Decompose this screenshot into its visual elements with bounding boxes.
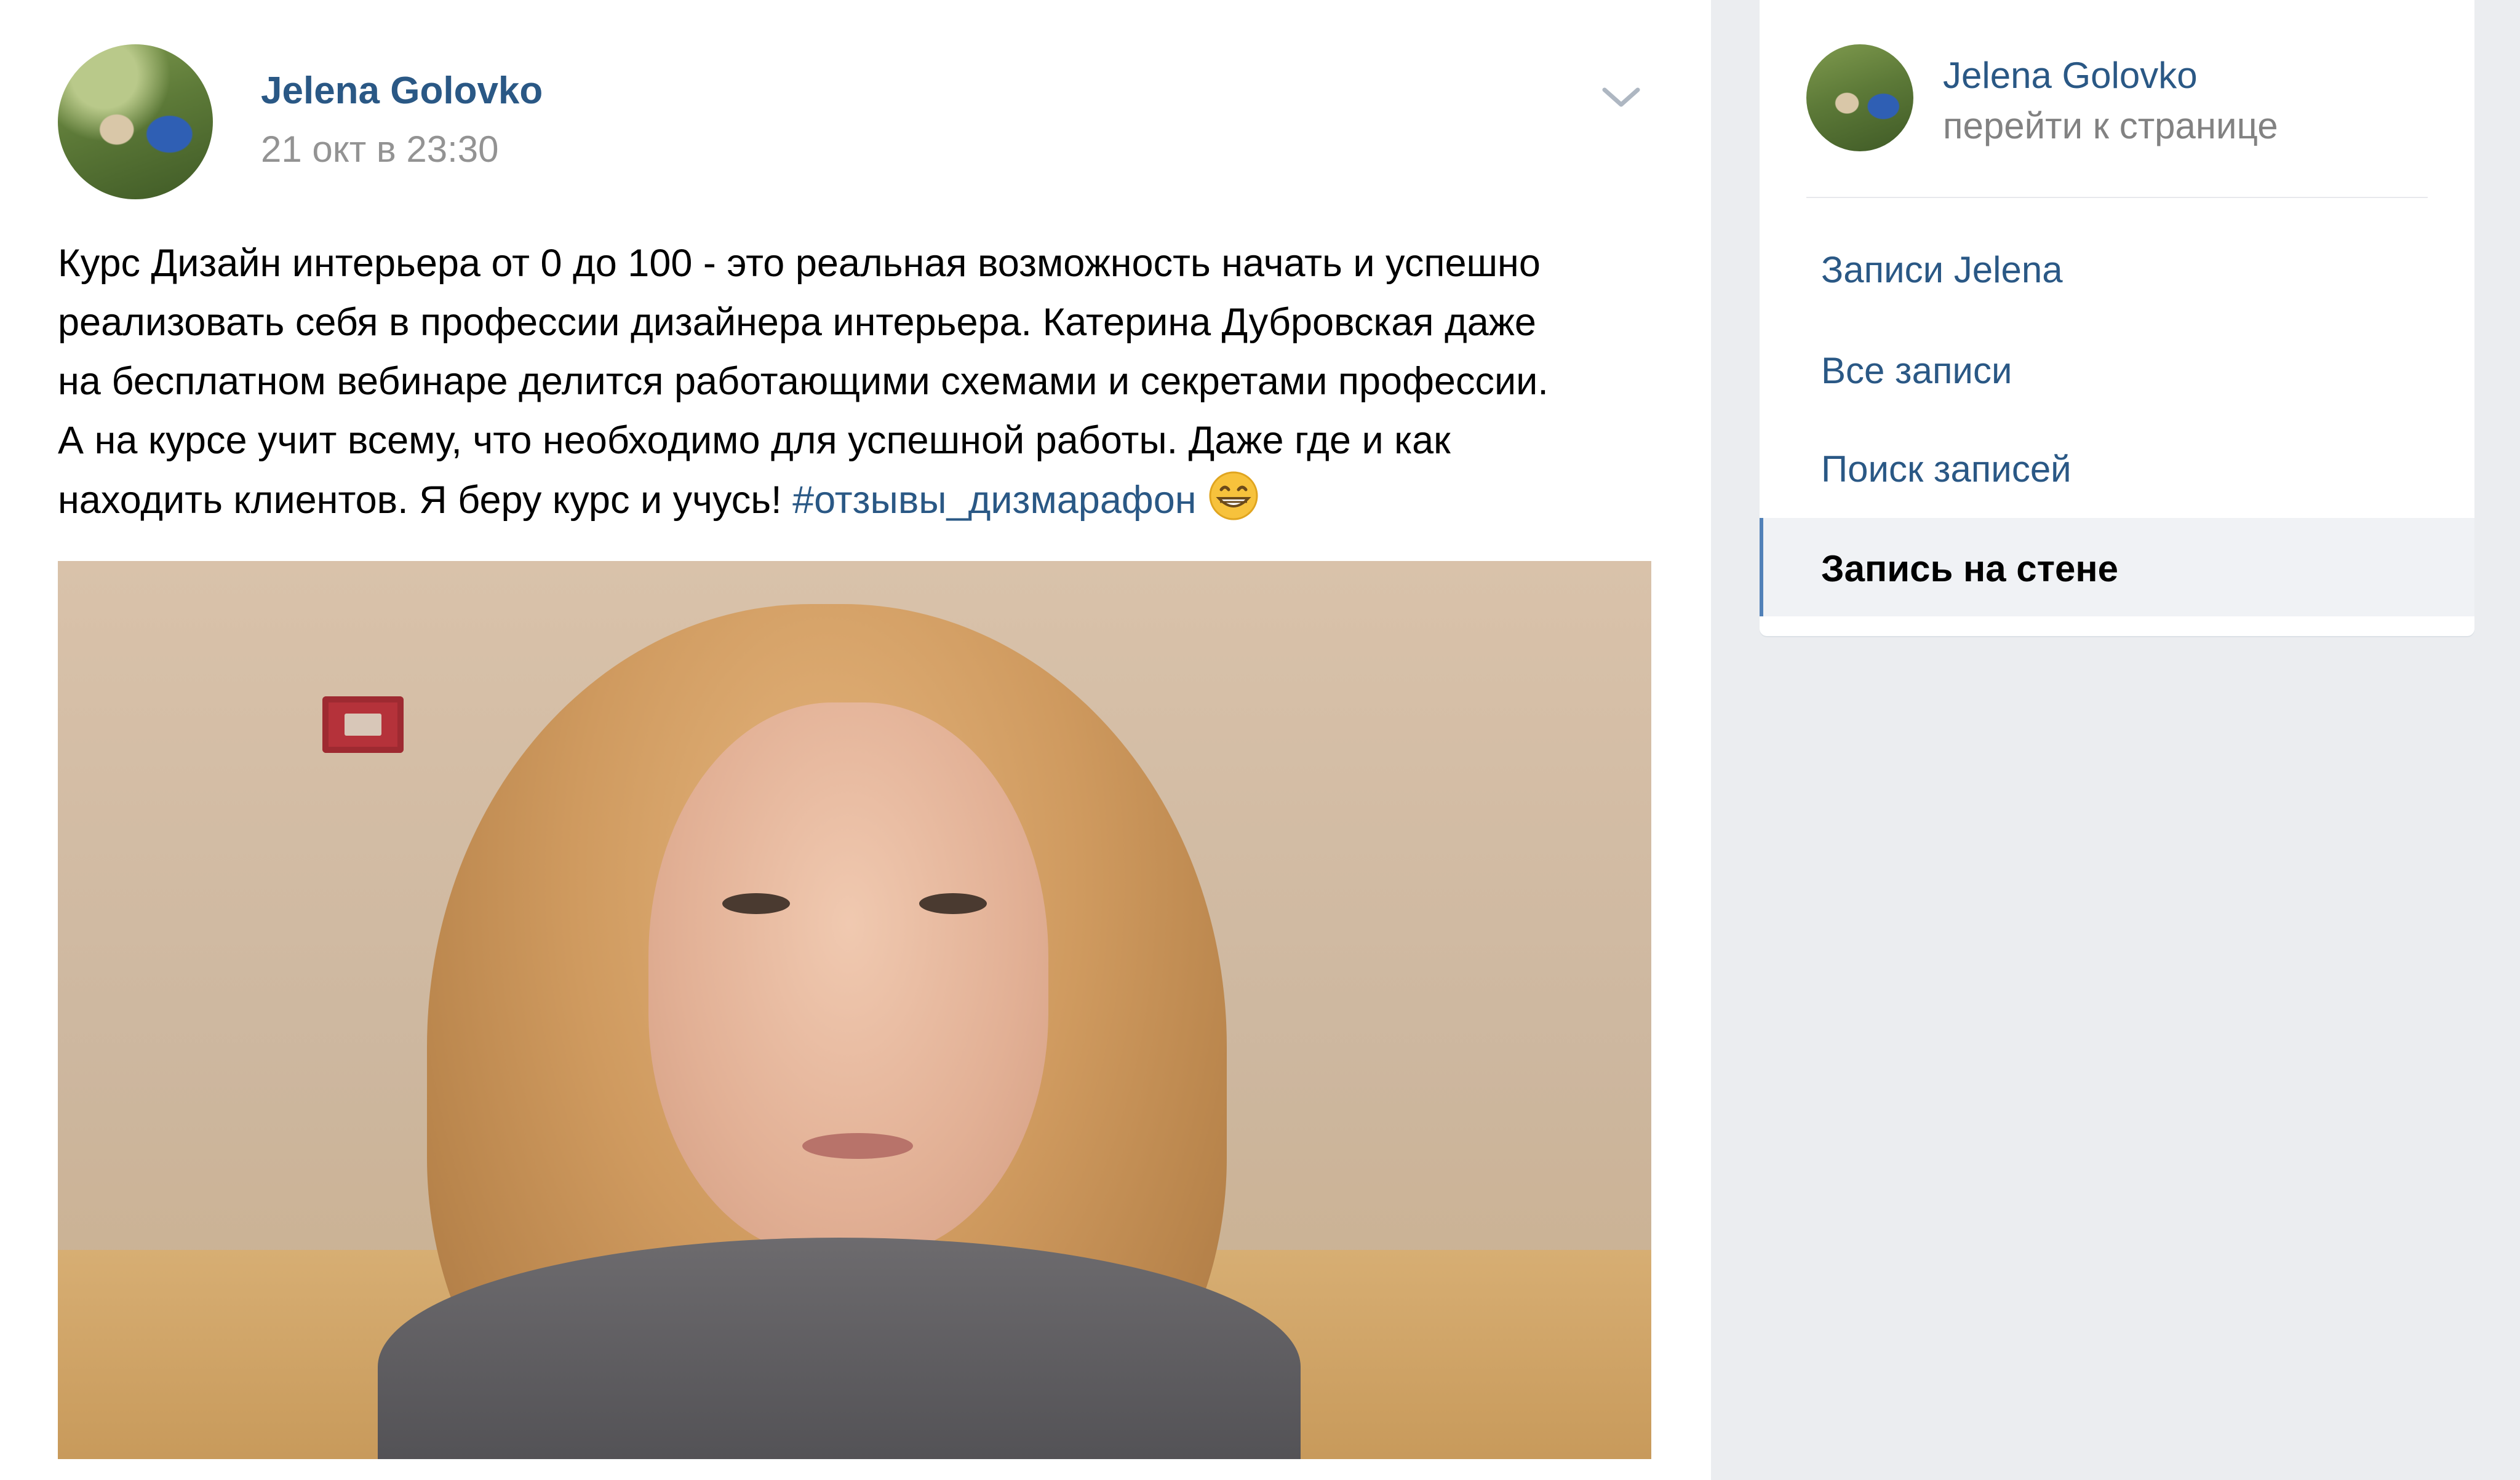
video-player[interactable] — [58, 561, 1651, 1459]
post-text-line: Курс Дизайн интерьера от 0 до 100 - это … — [58, 242, 1541, 285]
sidebar-item-search-posts[interactable]: Поиск записей — [1760, 418, 2474, 517]
author-name-link[interactable]: Jelena Golovko — [261, 69, 543, 113]
sidebar-item-all-posts[interactable]: Все записи — [1760, 320, 2474, 418]
post-text: Курс Дизайн интерьера от 0 до 100 - это … — [58, 234, 1682, 530]
person-mouth — [802, 1133, 913, 1159]
post-text-line: реализовать себя в профессии дизайнера и… — [58, 301, 1536, 344]
post-date[interactable]: 21 окт в 23:30 — [261, 128, 499, 170]
hashtag-link[interactable]: #отзывы_дизмарафон — [792, 479, 1196, 522]
sidebar-item-label: Поиск записей — [1821, 448, 2071, 490]
sidebar-item-label: Запись на стене — [1821, 548, 2119, 589]
post-card: Jelena Golovko 21 окт в 23:30 Курс Дизай… — [0, 0, 1711, 1480]
sidebar: Jelena Golovko перейти к странице Записи… — [1760, 0, 2474, 636]
person-eye — [722, 893, 790, 914]
sidebar-divider — [1806, 197, 2428, 198]
author-avatar[interactable] — [58, 44, 213, 199]
person-eye — [919, 893, 987, 914]
sidebar-avatar[interactable] — [1806, 44, 1913, 151]
sidebar-item-label: Все записи — [1821, 350, 2012, 391]
goto-page-link[interactable]: перейти к странице — [1943, 105, 2278, 147]
sidebar-item-wall-post[interactable]: Запись на стене — [1760, 518, 2474, 616]
grinning-face-emoji-icon — [1209, 471, 1258, 520]
post-text-line: находить клиентов. Я беру курс и учусь! … — [58, 470, 1682, 530]
chevron-down-icon — [1602, 87, 1640, 107]
sidebar-name-link[interactable]: Jelena Golovko — [1943, 54, 2198, 97]
sidebar-item-user-posts[interactable]: Записи Jelena — [1760, 219, 2474, 317]
post-text-line: на бесплатном вебинаре делится работающи… — [58, 360, 1549, 403]
sidebar-item-label: Записи Jelena — [1821, 249, 2063, 290]
person-face — [648, 702, 1048, 1256]
wall-outlet — [322, 696, 404, 753]
post-text-line-end: находить клиентов. Я беру курс и учусь! — [58, 479, 793, 522]
post-menu-button[interactable] — [1593, 79, 1649, 116]
post-text-line: А на курсе учит всему, что необходимо дл… — [58, 419, 1451, 462]
